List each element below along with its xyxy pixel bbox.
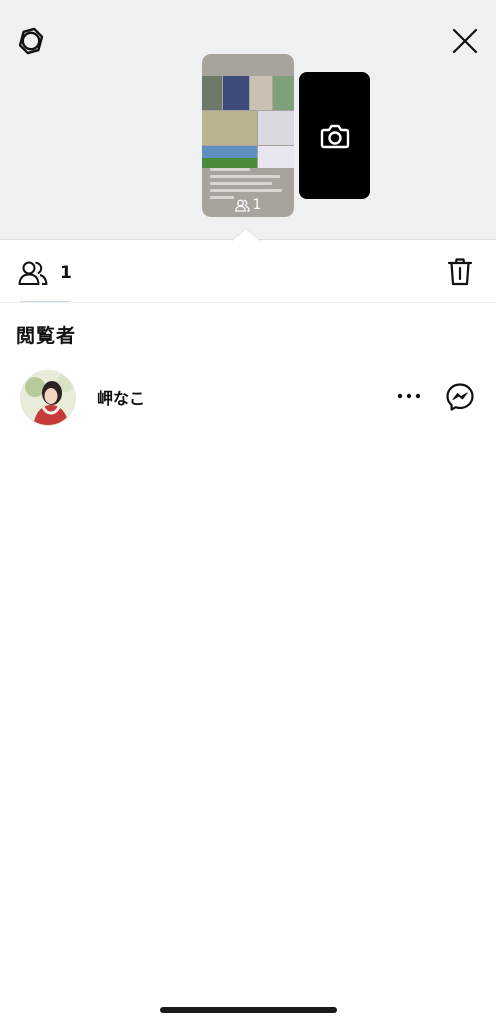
avatar[interactable]: [20, 370, 76, 426]
viewer-name[interactable]: 岬なこ: [97, 385, 145, 409]
tab-viewers[interactable]: 1: [18, 255, 72, 291]
settings-button[interactable]: [14, 24, 48, 58]
viewers-section-title: 閲覧者: [16, 325, 77, 347]
selection-pointer: [232, 229, 260, 241]
story-collage-image: [202, 76, 294, 180]
story-thumbnail[interactable]: 1: [202, 54, 294, 217]
more-dots-icon: [397, 393, 421, 399]
send-message-button[interactable]: [444, 381, 476, 413]
tab-viewers-count: 1: [60, 263, 72, 283]
close-x-icon: [452, 28, 478, 54]
add-story-camera-card[interactable]: [299, 72, 370, 199]
settings-gear-icon: [18, 27, 44, 55]
story-preview-area: 1: [0, 0, 496, 241]
camera-icon: [320, 124, 349, 148]
tab-divider: [0, 302, 496, 303]
people-icon: [234, 199, 250, 212]
more-options-button[interactable]: [393, 384, 425, 408]
story-viewer-count: 1: [202, 197, 294, 213]
avatar-photo: [21, 371, 75, 425]
messenger-icon: [446, 383, 474, 411]
delete-button[interactable]: [444, 254, 476, 290]
story-viewer-count-text: 1: [252, 197, 262, 213]
home-indicator[interactable]: [160, 1007, 337, 1013]
people-icon: [18, 261, 48, 285]
viewer-list-item[interactable]: 岬なこ: [0, 366, 496, 428]
close-button[interactable]: [448, 24, 482, 58]
trash-icon: [447, 258, 473, 286]
